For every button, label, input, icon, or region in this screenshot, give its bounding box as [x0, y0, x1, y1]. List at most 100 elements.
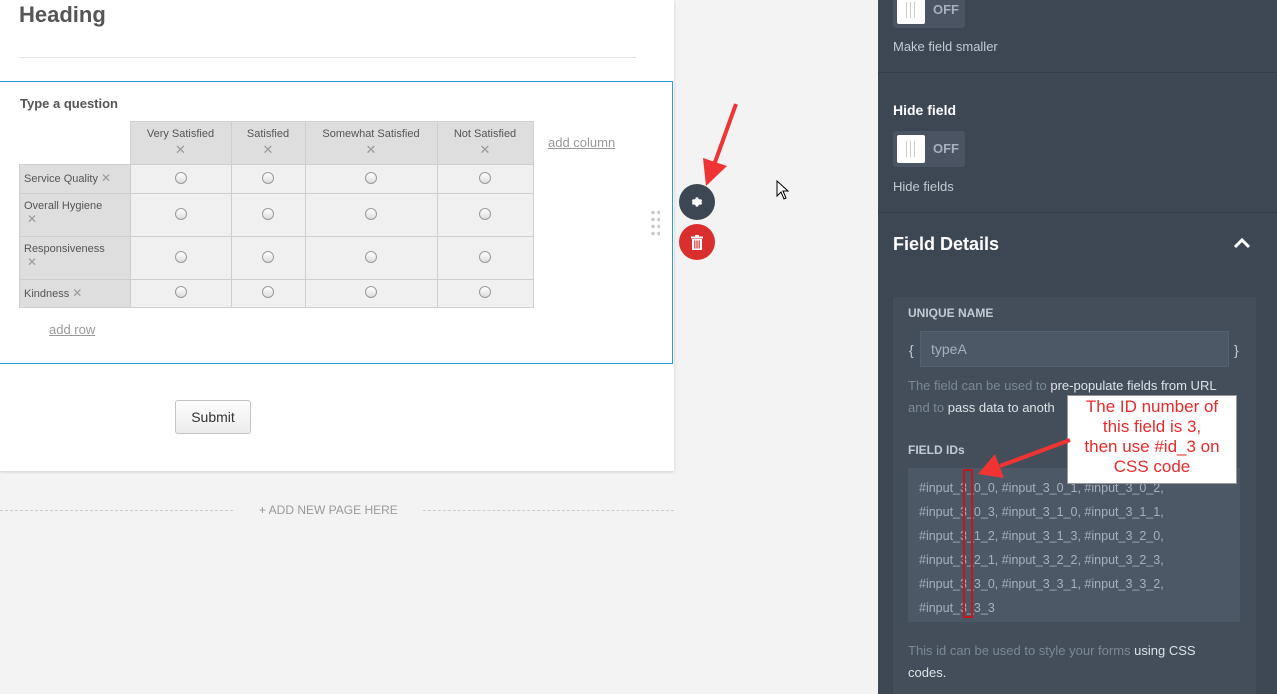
submit-button[interactable]: Submit [175, 400, 251, 434]
toggle-state: OFF [933, 141, 959, 156]
remove-column-icon[interactable]: ✕ [438, 142, 533, 158]
brace-close: } [1234, 342, 1239, 358]
remove-column-icon[interactable]: ✕ [232, 142, 305, 158]
css-link[interactable]: using CSS [1134, 643, 1195, 658]
form-heading[interactable]: Heading [19, 2, 106, 28]
dashed-divider [0, 510, 233, 511]
remove-row-icon[interactable]: ✕ [72, 286, 82, 300]
row-label: Responsiveness [24, 243, 105, 255]
annotation-line: The ID number of [1085, 397, 1219, 416]
hide-field-title: Hide field [893, 102, 957, 118]
table-cell [230, 236, 306, 280]
column-header[interactable]: Very Satisfied ✕ [129, 121, 232, 165]
help-text: This id can be used to style your forms [908, 643, 1135, 658]
input-table: Very Satisfied ✕ Satisfied ✕ Somewhat Sa… [19, 121, 534, 308]
toggle-knob [897, 135, 925, 163]
heading-divider [19, 57, 636, 58]
table-cell [230, 164, 306, 194]
column-label: Not Satisfied [453, 128, 517, 140]
table-cell [230, 193, 306, 237]
radio-button[interactable] [174, 207, 187, 220]
delete-field-button[interactable] [679, 224, 715, 260]
table-cell [129, 279, 232, 308]
row-header[interactable]: Service Quality ✕ [19, 164, 131, 194]
radio-button[interactable] [262, 286, 274, 298]
remove-column-icon[interactable]: ✕ [306, 142, 437, 158]
brace-open: { [909, 342, 914, 358]
pass-data-link[interactable]: pass data to anoth [948, 400, 1055, 415]
remove-row-icon[interactable]: ✕ [27, 255, 37, 269]
add-row-link[interactable]: add row [49, 322, 95, 337]
table-cell [304, 193, 438, 237]
table-cell [436, 236, 534, 280]
arrow-to-gear-icon [703, 103, 738, 186]
column-header[interactable]: Somewhat Satisfied ✕ [304, 121, 438, 165]
annotation-line: this field is 3, [1102, 417, 1202, 436]
field-ids-help: This id can be used to style your forms … [908, 640, 1248, 684]
annotation-line: then use #id_3 on [1084, 437, 1220, 456]
table-row: Responsiveness ✕ [19, 236, 534, 280]
prepopulate-link[interactable]: pre-populate fields from URL [1050, 378, 1216, 393]
radio-button[interactable] [479, 171, 491, 184]
radio-button[interactable] [365, 286, 377, 298]
radio-button[interactable] [365, 171, 377, 184]
radio-button[interactable] [479, 207, 491, 220]
field-ids-label: FIELD IDs [908, 443, 965, 457]
column-label: Somewhat Satisfied [322, 128, 420, 140]
row-label: Overall Hygiene [24, 200, 103, 212]
field-properties-button[interactable] [679, 184, 715, 220]
add-new-page[interactable]: + ADD NEW PAGE HERE [0, 503, 674, 519]
toggle-knob [897, 0, 925, 24]
remove-row-icon[interactable]: ✕ [101, 171, 111, 185]
make-smaller-toggle[interactable]: OFF [893, 0, 965, 28]
table-cell [230, 279, 306, 308]
table-cell [436, 193, 534, 237]
radio-button[interactable] [365, 207, 377, 220]
row-label: Kindness [24, 288, 70, 300]
unique-name-input[interactable] [920, 331, 1229, 367]
field-ids-box: #input_3_0_0, #input_3_0_1, #input_3_0_2… [908, 468, 1240, 622]
question-label[interactable]: Type a question [20, 96, 118, 111]
column-label: Very Satisfied [146, 128, 215, 140]
table-corner [19, 121, 131, 165]
table-cell [436, 164, 534, 194]
table-row: Kindness ✕ [19, 279, 534, 308]
help-text: codes. [908, 665, 947, 680]
table-cell [129, 164, 232, 194]
table-cell [304, 236, 438, 280]
highlight-rectangle [963, 469, 973, 618]
remove-column-icon[interactable]: ✕ [131, 142, 231, 158]
radio-button[interactable] [174, 286, 187, 298]
remove-row-icon[interactable]: ✕ [27, 212, 37, 226]
table-cell [436, 279, 534, 308]
row-header[interactable]: Kindness ✕ [19, 279, 131, 308]
drag-handle-icon[interactable] [650, 209, 660, 237]
radio-button[interactable] [262, 171, 274, 184]
trash-icon [691, 234, 703, 250]
radio-button[interactable] [479, 250, 491, 263]
column-header[interactable]: Not Satisfied ✕ [436, 121, 534, 165]
column-label: Satisfied [246, 128, 290, 140]
radio-button[interactable] [174, 171, 187, 184]
radio-button[interactable] [262, 207, 274, 220]
annotation-callout: The ID number of this field is 3, then u… [1067, 395, 1237, 484]
radio-button[interactable] [174, 250, 187, 263]
radio-button[interactable] [479, 286, 491, 298]
toggle-state: OFF [933, 2, 959, 17]
table-cell [304, 279, 438, 308]
field-details-title[interactable]: Field Details [893, 234, 999, 255]
table-row: Service Quality ✕ [19, 164, 534, 194]
unique-name-label: UNIQUE NAME [908, 306, 994, 320]
chevron-up-icon[interactable] [1233, 236, 1251, 250]
hide-field-toggle[interactable]: OFF [893, 131, 965, 167]
add-column-link[interactable]: add column [548, 135, 615, 150]
panel-divider [878, 212, 1277, 213]
table-cell [129, 193, 232, 237]
help-text: and to [908, 400, 948, 415]
row-header[interactable]: Responsiveness ✕ [19, 236, 131, 280]
radio-button[interactable] [365, 250, 377, 263]
radio-button[interactable] [262, 250, 274, 263]
mouse-cursor-icon [776, 180, 790, 200]
row-header[interactable]: Overall Hygiene ✕ [19, 193, 131, 237]
column-header[interactable]: Satisfied ✕ [230, 121, 306, 165]
